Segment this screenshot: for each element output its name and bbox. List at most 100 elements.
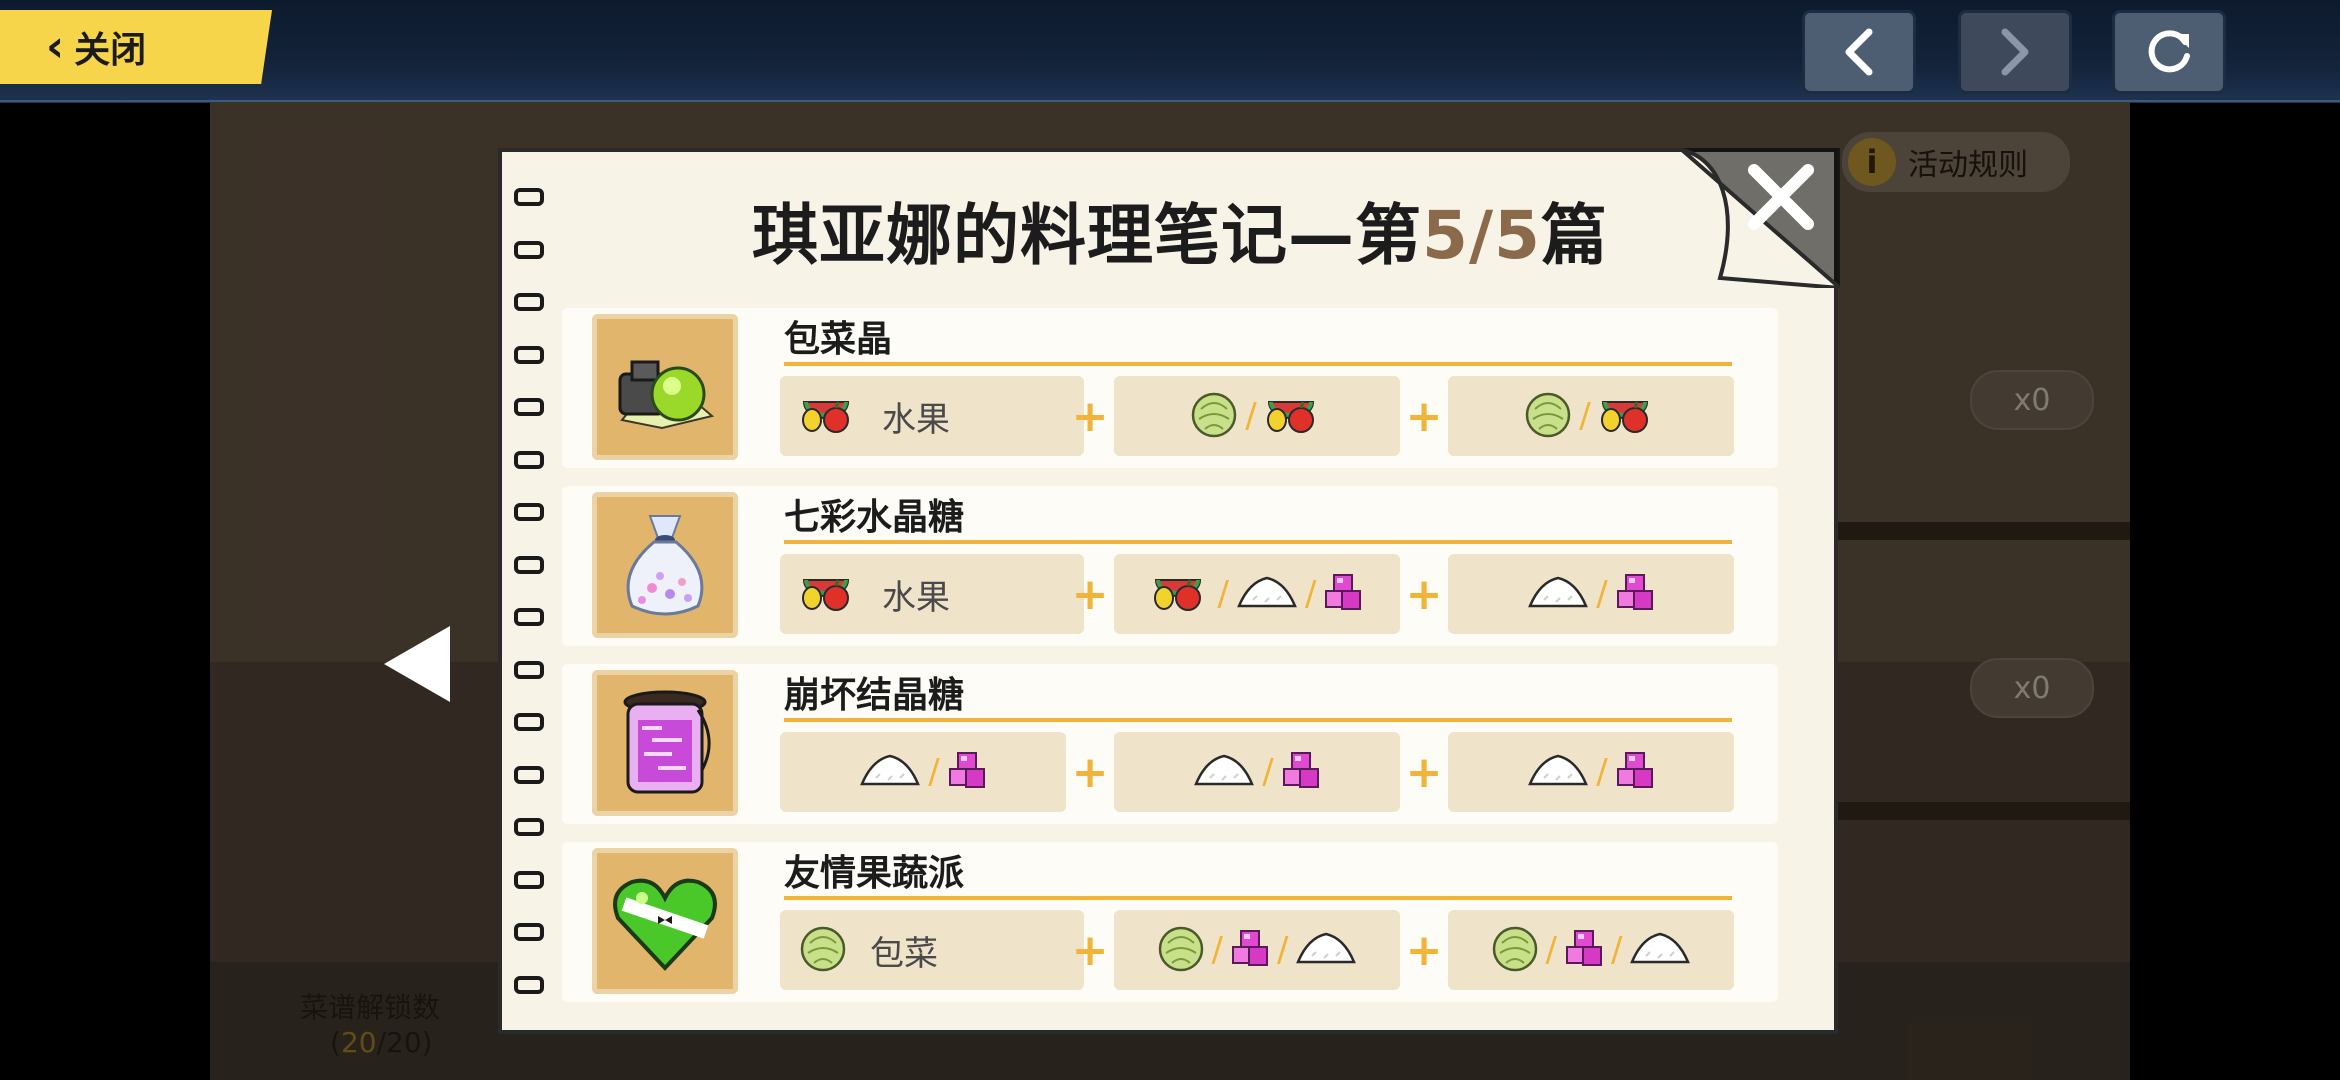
cube-crystal-icon: [1280, 749, 1322, 795]
plus-icon: +: [1405, 568, 1443, 620]
close-button[interactable]: ‹ 关闭: [0, 10, 272, 84]
notebook-ring: [514, 450, 544, 469]
cube-crystal-icon: [1614, 571, 1656, 617]
next-page-button[interactable]: [1958, 10, 2072, 94]
ingredient-slot: /: [1114, 376, 1400, 456]
crystal-candy-jar-icon: [592, 670, 738, 816]
ingredient-slot: / /: [1114, 910, 1400, 990]
notebook-ring: [514, 555, 544, 574]
separator: /: [928, 752, 940, 792]
ingredient-slot: /: [1448, 732, 1734, 812]
dish-name: 七彩水晶糖: [784, 497, 965, 538]
plus-icon: +: [1071, 746, 1109, 798]
cabbage-icon: [1523, 389, 1573, 443]
ingredient-slot: / /: [1448, 910, 1734, 990]
sugar-icon: [1628, 930, 1692, 970]
notebook-ring: [514, 818, 544, 836]
recipe-row: 七彩水晶糖水果 + / / + /: [562, 486, 1778, 646]
notebook-ring: [514, 398, 544, 416]
cabbage-icon: [1156, 923, 1206, 977]
ingredient-slot: /: [780, 732, 1066, 812]
sugar-icon: [1235, 574, 1299, 614]
cube-crystal-icon: [1563, 927, 1605, 973]
notebook-ring: [514, 608, 544, 626]
fruit-icon: [798, 572, 860, 616]
notebook-title: 琪亚娜的料理笔记—第5/5篇: [560, 182, 1800, 278]
notebook-ring: [514, 870, 544, 889]
refresh-button[interactable]: [2112, 10, 2226, 94]
heart-pie-icon: [592, 848, 738, 994]
sugar-icon: [1526, 574, 1590, 614]
dish-underline: [784, 540, 1732, 544]
separator: /: [1596, 574, 1608, 614]
chevron-left-icon: [1845, 28, 1873, 76]
recipe-row: 友情果蔬派 包菜 + / / + / /: [562, 842, 1778, 1002]
chevron-right-icon: [2001, 28, 2029, 76]
separator: /: [1245, 396, 1257, 436]
plus-icon: +: [1071, 924, 1109, 976]
ingredient-slot: 水果: [780, 376, 1084, 456]
separator: /: [1217, 574, 1229, 614]
recipe-row: 包菜晶水果 + / + /: [562, 308, 1778, 468]
prev-page-button[interactable]: [1802, 10, 1916, 94]
chevron-left-icon: ‹: [46, 21, 65, 72]
fruit-icon: [1263, 394, 1325, 438]
separator: /: [1277, 930, 1289, 970]
notebook-ring: [514, 293, 544, 311]
notebook-ring: [514, 188, 544, 206]
notebook-ring: [514, 713, 544, 731]
notebook-ring: [514, 765, 544, 784]
cube-crystal-icon: [1322, 571, 1364, 617]
dish-name: 包菜晶: [784, 319, 893, 360]
notebook-ring: [514, 975, 544, 994]
crystal-candy-bag-icon: [592, 492, 738, 638]
cabbage-icon: [798, 923, 848, 977]
close-label: 关闭: [74, 30, 147, 71]
separator: /: [1579, 396, 1591, 436]
refresh-icon: [2148, 30, 2190, 73]
dish-underline: [784, 718, 1732, 722]
title-suffix: 篇: [1540, 197, 1608, 274]
ingredient-slot: /: [1448, 554, 1734, 634]
cabbage-icon: [1189, 389, 1239, 443]
cabbage-icon: [1490, 923, 1540, 977]
separator: /: [1262, 752, 1274, 792]
fruit-icon: [1597, 394, 1659, 438]
ingredient-label: 水果: [882, 577, 950, 618]
dish-underline: [784, 362, 1732, 366]
title-page-number: 5/5: [1422, 197, 1541, 274]
fruit-icon: [798, 394, 860, 438]
plus-icon: +: [1071, 390, 1109, 442]
recipe-row: 崩坏结晶糖 / + / + /: [562, 664, 1778, 824]
ingredient-label: 包菜: [870, 933, 938, 974]
notebook-ring: [514, 345, 544, 364]
ingredient-slot: 包菜: [780, 910, 1084, 990]
ingredient-label: 水果: [882, 399, 950, 440]
plus-icon: +: [1071, 568, 1109, 620]
plus-icon: +: [1405, 390, 1443, 442]
ingredient-slot: /: [1448, 376, 1734, 456]
separator: /: [1211, 930, 1223, 970]
cube-crystal-icon: [1614, 749, 1656, 795]
fruit-icon: [1150, 572, 1212, 616]
ingredient-slot: /: [1114, 732, 1400, 812]
notebook-ring: [514, 923, 544, 941]
plus-icon: +: [1405, 924, 1443, 976]
prev-arrow-icon[interactable]: [384, 626, 450, 702]
sugar-icon: [1526, 752, 1590, 792]
separator: /: [1545, 930, 1557, 970]
sugar-icon: [858, 752, 922, 792]
notebook-ring: [514, 503, 544, 521]
title-prefix: 琪亚娜的料理笔记—第: [752, 197, 1423, 274]
separator: /: [1611, 930, 1623, 970]
sugar-icon: [1294, 930, 1358, 970]
cube-crystal-icon: [946, 749, 988, 795]
notebook-ring: [514, 240, 544, 259]
ingredient-slot: 水果: [780, 554, 1084, 634]
dish-name: 友情果蔬派: [784, 853, 965, 894]
plus-icon: +: [1405, 746, 1443, 798]
cabbage-crystal-dish-icon: [592, 314, 738, 460]
cube-crystal-icon: [1229, 927, 1271, 973]
dish-name: 崩坏结晶糖: [784, 675, 965, 716]
separator: /: [1305, 574, 1317, 614]
